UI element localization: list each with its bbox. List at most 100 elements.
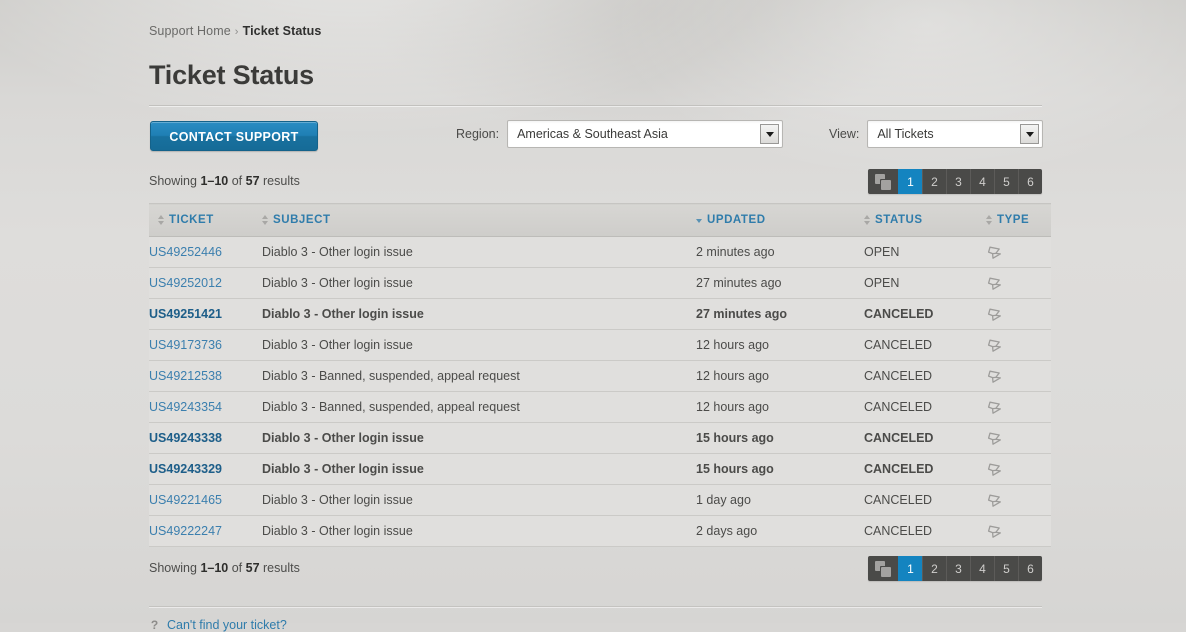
cell-ticket: US49243329 xyxy=(149,453,262,485)
cell-status: CANCELED xyxy=(864,484,986,516)
page-button-3[interactable]: 3 xyxy=(946,169,970,194)
sort-icon xyxy=(158,215,164,225)
page-button-4[interactable]: 4 xyxy=(970,556,994,581)
table-row[interactable]: US49221465 Diablo 3 - Other login issue 1 … xyxy=(149,484,1051,516)
cell-status: CANCELED xyxy=(864,422,986,454)
column-header-updated-label: UPDATED xyxy=(707,214,766,226)
column-header-ticket[interactable]: TICKET xyxy=(149,203,262,237)
tickets-table-head: TICKET SUBJECT UPDATED STATUS TYPE xyxy=(149,203,1051,237)
cell-ticket: US49251421 xyxy=(149,298,262,330)
breadcrumb-separator-icon: › xyxy=(234,26,239,38)
cant-find-ticket: ? Can't find your ticket? xyxy=(149,618,1042,632)
cell-status: CANCELED xyxy=(864,360,986,392)
cell-ticket: US49221465 xyxy=(149,484,262,516)
page-button-5[interactable]: 5 xyxy=(994,169,1018,194)
contact-support-button[interactable]: CONTACT SUPPORT xyxy=(150,121,318,151)
diablo3-game-icon xyxy=(987,246,1001,259)
column-header-type-label: TYPE xyxy=(997,214,1030,226)
cell-ticket: US49243354 xyxy=(149,391,262,423)
table-row[interactable]: US49212538 Diablo 3 - Banned, suspended, … xyxy=(149,360,1051,392)
ticket-link[interactable]: US49243338 xyxy=(149,431,222,445)
cell-subject: Diablo 3 - Other login issue xyxy=(262,484,696,516)
ticket-link[interactable]: US49243329 xyxy=(149,462,222,476)
cell-updated: 15 hours ago xyxy=(696,453,864,485)
ticket-link[interactable]: US49221465 xyxy=(149,493,222,507)
view-select-value: All Tickets xyxy=(877,127,934,141)
region-select[interactable]: Americas & Southeast Asia xyxy=(507,120,784,148)
cell-type xyxy=(986,236,1051,268)
table-row[interactable]: US49173736 Diablo 3 - Other login issue 12… xyxy=(149,329,1051,361)
table-row[interactable]: US49252446 Diablo 3 - Other login issue 2 … xyxy=(149,236,1051,268)
column-header-updated[interactable]: UPDATED xyxy=(696,203,864,237)
page-button-1[interactable]: 1 xyxy=(898,169,922,194)
table-row[interactable]: US49222247 Diablo 3 - Other login issue 2 … xyxy=(149,515,1051,547)
cell-type xyxy=(986,391,1051,423)
page-button-6[interactable]: 6 xyxy=(1018,556,1042,581)
page-button-5[interactable]: 5 xyxy=(994,556,1018,581)
table-row[interactable]: US49252012 Diablo 3 - Other login issue 27… xyxy=(149,267,1051,299)
ticket-link[interactable]: US49252446 xyxy=(149,245,222,259)
column-header-type[interactable]: TYPE xyxy=(986,203,1051,237)
cell-type xyxy=(986,298,1051,330)
cell-subject: Diablo 3 - Other login issue xyxy=(262,453,696,485)
page-button-3[interactable]: 3 xyxy=(946,556,970,581)
cell-subject: Diablo 3 - Banned, suspended, appeal req… xyxy=(262,391,696,423)
chevron-down-icon xyxy=(760,124,780,144)
table-row[interactable]: US49243329 Diablo 3 - Other login issue 15… xyxy=(149,453,1051,485)
page-button-4[interactable]: 4 xyxy=(970,169,994,194)
column-header-subject[interactable]: SUBJECT xyxy=(262,203,696,237)
page-button-1[interactable]: 1 xyxy=(898,556,922,581)
pages-grid-icon[interactable] xyxy=(868,169,898,194)
ticket-link[interactable]: US49222247 xyxy=(149,524,222,538)
region-select-value: Americas & Southeast Asia xyxy=(517,127,668,141)
pages-grid-icon[interactable] xyxy=(868,556,898,581)
cell-ticket: US49252012 xyxy=(149,267,262,299)
page-button-2[interactable]: 2 xyxy=(922,556,946,581)
ticket-link[interactable]: US49251421 xyxy=(149,307,222,321)
ticket-link[interactable]: US49243354 xyxy=(149,400,222,414)
cell-subject: Diablo 3 - Other login issue xyxy=(262,236,696,268)
region-label: Region: xyxy=(456,127,500,141)
page-button-6[interactable]: 6 xyxy=(1018,169,1042,194)
sort-icon xyxy=(986,215,992,225)
tickets-table: TICKET SUBJECT UPDATED STATUS TYPE US492… xyxy=(149,203,1051,547)
cant-find-ticket-link[interactable]: Can't find your ticket? xyxy=(167,618,287,632)
column-header-status[interactable]: STATUS xyxy=(864,203,986,237)
cell-ticket: US49243338 xyxy=(149,422,262,454)
cell-ticket: US49173736 xyxy=(149,329,262,361)
diablo3-game-icon xyxy=(987,370,1001,383)
table-row[interactable]: US49243354 Diablo 3 - Banned, suspended, … xyxy=(149,391,1051,423)
table-row[interactable]: US49251421 Diablo 3 - Other login issue 27… xyxy=(149,298,1051,330)
diablo3-game-icon xyxy=(987,494,1001,507)
ticket-link[interactable]: US49212538 xyxy=(149,369,222,383)
cell-updated: 15 hours ago xyxy=(696,422,864,454)
cell-subject: Diablo 3 - Banned, suspended, appeal req… xyxy=(262,360,696,392)
cell-type xyxy=(986,422,1051,454)
cell-type xyxy=(986,484,1051,516)
ticket-link[interactable]: US49173736 xyxy=(149,338,222,352)
page-button-2[interactable]: 2 xyxy=(922,169,946,194)
toolbar: CONTACT SUPPORT Region: Americas & South… xyxy=(149,120,1044,163)
results-row-bottom: Showing 1–10 of 57 results 1 2 3 4 5 6 xyxy=(149,556,1042,590)
showing-total: 57 xyxy=(245,561,260,575)
cell-subject: Diablo 3 - Other login issue xyxy=(262,515,696,547)
title-divider xyxy=(149,105,1042,106)
breadcrumb-support-home-link[interactable]: Support Home xyxy=(149,24,231,38)
showing-of: of xyxy=(228,561,246,575)
cell-updated: 2 minutes ago xyxy=(696,236,864,268)
chevron-down-icon xyxy=(1020,124,1040,144)
diablo3-game-icon xyxy=(987,277,1001,290)
content-column: Support Home › Ticket Status Ticket Status… xyxy=(149,0,1051,632)
cell-ticket: US49212538 xyxy=(149,360,262,392)
cell-ticket: US49222247 xyxy=(149,515,262,547)
ticket-status-page: Support Home › Ticket Status Ticket Status… xyxy=(0,0,1186,632)
table-row[interactable]: US49243338 Diablo 3 - Other login issue 15… xyxy=(149,422,1051,454)
view-select[interactable]: All Tickets xyxy=(867,120,1044,148)
ticket-link[interactable]: US49252012 xyxy=(149,276,222,290)
cell-status: CANCELED xyxy=(864,453,986,485)
showing-total: 57 xyxy=(245,174,260,188)
view-label: View: xyxy=(829,127,860,141)
showing-suffix: results xyxy=(259,174,300,188)
cell-updated: 12 hours ago xyxy=(696,329,864,361)
cell-type xyxy=(986,267,1051,299)
